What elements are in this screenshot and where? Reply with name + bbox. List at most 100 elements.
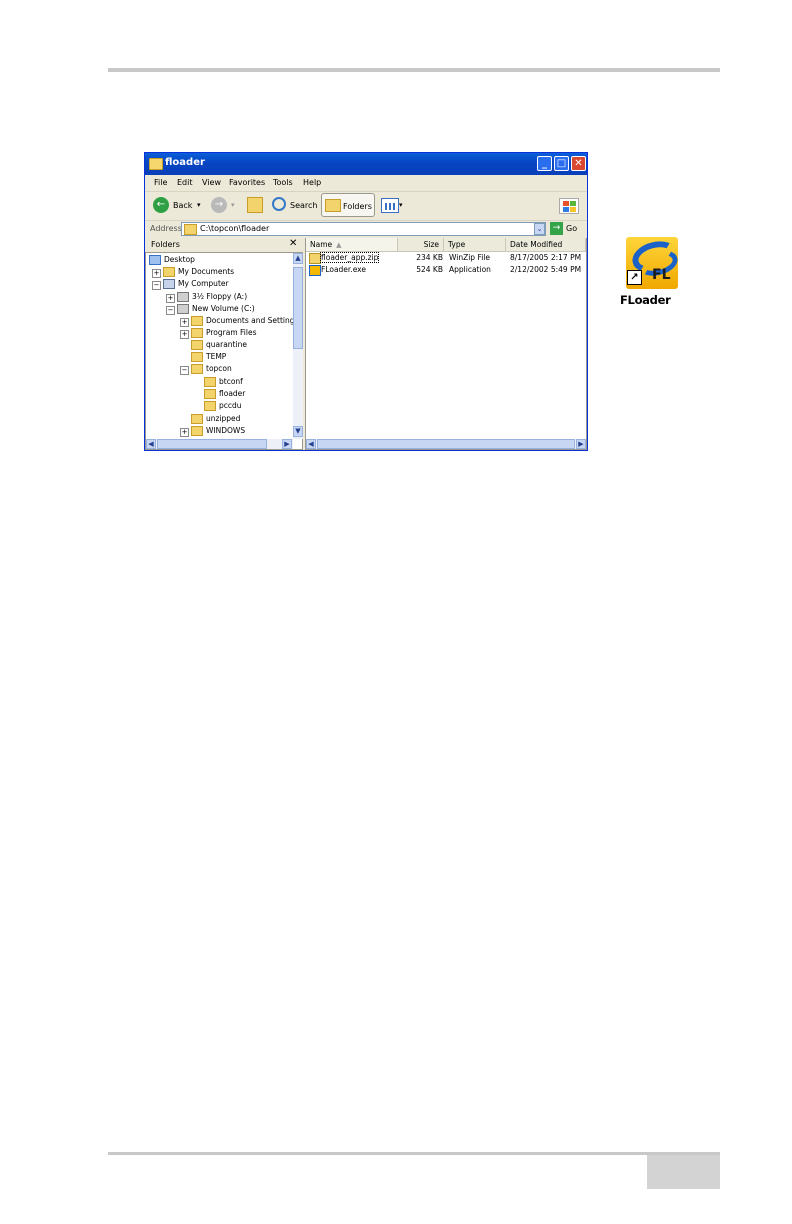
tree-item-program-files[interactable]: Program Files	[191, 328, 257, 340]
collapse-icon[interactable]: −	[166, 306, 175, 315]
expand-icon[interactable]: +	[180, 318, 189, 327]
files-hscroll-thumb[interactable]	[317, 439, 575, 449]
footer-rule	[108, 1152, 720, 1155]
menu-view[interactable]: View	[202, 178, 221, 187]
tree-item-label: btconf	[219, 377, 243, 386]
folder-icon	[191, 426, 203, 436]
tree-item-label: 3½ Floppy (A:)	[192, 292, 248, 301]
menu-bar: File Edit View Favorites Tools Help	[145, 175, 587, 214]
tree-item-my-documents[interactable]: My Documents	[163, 267, 234, 279]
go-arrow-icon[interactable]: →	[550, 222, 563, 235]
minimize-button[interactable]: _	[537, 156, 552, 171]
tree-item-pccdu[interactable]: pccdu	[204, 401, 242, 413]
column-name-label: Name	[310, 240, 333, 249]
folders-icon	[325, 199, 341, 212]
folder-icon	[149, 158, 163, 170]
tree-item-label: quarantine	[206, 340, 247, 349]
tree-item-label: Documents and Settings	[206, 316, 299, 325]
go-button[interactable]: Go	[566, 224, 577, 233]
folder-icon	[191, 316, 203, 326]
tree-item-label: pccdu	[219, 401, 242, 410]
folders-scroll-thumb[interactable]	[293, 267, 303, 349]
folders-hscroll-thumb[interactable]	[157, 439, 267, 449]
file-date-modified: 2/12/2002 5:49 PM	[510, 265, 582, 274]
tree-item-label: TEMP	[206, 352, 227, 361]
expand-icon[interactable]: +	[180, 428, 189, 437]
tree-item-label: Program Files	[206, 328, 257, 337]
tree-item-topcon[interactable]: topcon	[191, 364, 232, 376]
tree-item-new-volume[interactable]: New Volume (C:)	[177, 304, 255, 316]
title-bar[interactable]: floader _ □ ✕	[145, 153, 587, 175]
tree-item-documents-and-settings[interactable]: Documents and Settings	[191, 316, 298, 328]
menu-tools[interactable]: Tools	[273, 178, 293, 187]
tree-item-my-computer[interactable]: My Computer	[163, 279, 229, 291]
tree-item-btconf[interactable]: btconf	[204, 377, 243, 389]
search-button[interactable]: Search	[290, 201, 317, 210]
file-row[interactable]: FLoader.exe 524 KB Application 2/12/2002…	[307, 265, 585, 276]
desktop-icon	[149, 255, 161, 265]
file-row[interactable]: floader_app.zip 234 KB WinZip File 8/17/…	[307, 252, 585, 264]
tree-item-floppy[interactable]: 3½ Floppy (A:)	[177, 292, 247, 304]
tree-item-label: New Volume (C:)	[192, 304, 255, 313]
scroll-left-icon[interactable]: ◀	[146, 439, 156, 449]
back-arrow-icon[interactable]: ←	[153, 197, 169, 213]
tree-item-quarantine[interactable]: quarantine	[191, 340, 247, 352]
maximize-button[interactable]: □	[554, 156, 569, 171]
column-header-name[interactable]: Name ▲	[306, 238, 398, 252]
folder-icon	[191, 364, 203, 374]
menu-favorites[interactable]: Favorites	[229, 178, 265, 187]
zip-file-icon	[309, 253, 321, 264]
exe-file-icon	[309, 265, 321, 276]
views-dropdown-icon[interactable]: ▾	[399, 201, 403, 209]
tree-item-label: WINDOWS	[206, 426, 246, 435]
expand-icon[interactable]: +	[180, 330, 189, 339]
page-number-box	[647, 1155, 720, 1189]
menu-help[interactable]: Help	[303, 178, 321, 187]
scroll-right-icon[interactable]: ▶	[576, 439, 586, 449]
tree-item-label: My Computer	[178, 279, 229, 288]
address-value[interactable]: C:\topcon\floader	[200, 224, 269, 233]
search-icon[interactable]	[272, 197, 286, 211]
column-header-size[interactable]: Size	[398, 238, 444, 252]
computer-icon	[163, 279, 175, 289]
file-type: WinZip File	[449, 253, 491, 262]
expand-icon[interactable]: +	[152, 269, 161, 278]
file-size: 524 KB	[416, 265, 443, 274]
folder-icon	[191, 328, 203, 338]
menu-file[interactable]: File	[154, 178, 167, 187]
column-header-type[interactable]: Type	[444, 238, 506, 252]
close-button[interactable]: ✕	[571, 156, 586, 171]
shortcut-arrow-icon: ↗	[627, 270, 642, 285]
window-title: floader	[165, 157, 205, 168]
tree-item-desktop[interactable]: Desktop	[149, 255, 195, 267]
folders-pane-close-icon[interactable]: ✕	[289, 238, 297, 249]
scroll-left-icon[interactable]: ◀	[306, 439, 316, 449]
tree-item-floader[interactable]: floader	[204, 389, 245, 401]
address-label: Address	[150, 224, 182, 233]
file-size: 234 KB	[416, 253, 443, 262]
back-history-dropdown-icon[interactable]: ▾	[197, 201, 201, 209]
column-header-date-modified[interactable]: Date Modified	[506, 238, 586, 252]
address-dropdown-icon[interactable]: ⌄	[534, 223, 545, 235]
tree-item-label: unzipped	[206, 414, 241, 423]
tree-item-windows[interactable]: WINDOWS	[191, 426, 245, 438]
floader-shortcut-label[interactable]: FLoader	[620, 293, 671, 307]
folder-up-icon[interactable]	[247, 197, 263, 213]
tree-item-label: floader	[219, 389, 246, 398]
forward-history-dropdown-icon[interactable]: ▾	[231, 201, 235, 209]
views-icon[interactable]	[381, 198, 399, 213]
collapse-icon[interactable]: −	[180, 366, 189, 375]
expand-icon[interactable]: +	[166, 294, 175, 303]
menu-edit[interactable]: Edit	[177, 178, 193, 187]
folders-pane-title: Folders	[151, 240, 180, 249]
collapse-icon[interactable]: −	[152, 281, 161, 290]
scroll-down-icon[interactable]: ▼	[293, 426, 303, 437]
tree-item-label: Desktop	[164, 255, 195, 264]
scroll-up-icon[interactable]: ▲	[293, 253, 303, 264]
back-button[interactable]: Back	[173, 201, 192, 210]
forward-arrow-icon[interactable]: →	[211, 197, 227, 213]
header-rule	[108, 68, 720, 72]
tree-item-temp[interactable]: TEMP	[191, 352, 226, 364]
tree-item-unzipped[interactable]: unzipped	[191, 414, 240, 426]
scroll-right-icon[interactable]: ▶	[282, 439, 292, 449]
